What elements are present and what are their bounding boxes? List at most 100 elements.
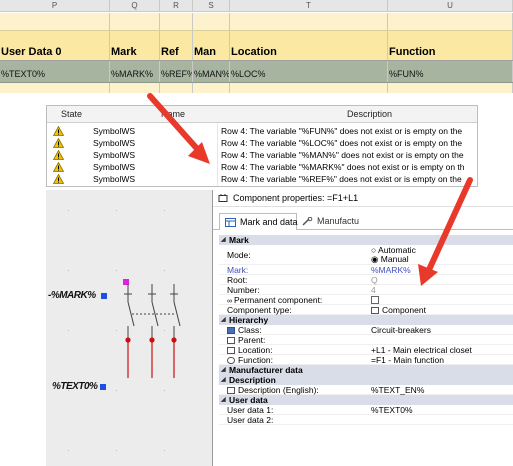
- number-value[interactable]: 4: [371, 285, 376, 295]
- row-parent: Parent:: [219, 335, 513, 345]
- description-value[interactable]: %TEXT_EN%: [371, 385, 424, 395]
- column-header-p[interactable]: P: [0, 0, 110, 11]
- sheet-cell[interactable]: [388, 13, 513, 30]
- section-user-data[interactable]: User data: [219, 395, 513, 405]
- sheet-cell[interactable]: [110, 83, 160, 93]
- mark-value[interactable]: %MARK%: [371, 265, 411, 275]
- sheet-cell[interactable]: [388, 83, 513, 93]
- parent-icon: [227, 337, 235, 344]
- description-label: Description (English):: [227, 385, 319, 395]
- header-location[interactable]: Location: [230, 31, 388, 60]
- text0-handle[interactable]: [100, 384, 106, 390]
- sheet-cell[interactable]: [193, 83, 230, 93]
- grid-dot: [164, 210, 165, 211]
- sheet-cell[interactable]: [0, 83, 110, 93]
- tab-label: Mark and data: [240, 217, 298, 227]
- user-data-2-label: User data 2:: [227, 415, 274, 425]
- value-fun[interactable]: %FUN%: [388, 61, 513, 82]
- value-loc[interactable]: %LOC%: [230, 61, 388, 82]
- root-value[interactable]: Q: [371, 275, 378, 285]
- component-properties-dialog: Component properties: =F1+L1 Mark and da…: [212, 190, 513, 466]
- grid-dot: [116, 450, 117, 451]
- tab-label: Manufactu: [317, 216, 360, 226]
- row-mark: Mark: %MARK%: [219, 265, 513, 275]
- column-header-u[interactable]: U: [388, 0, 513, 11]
- column-header-q[interactable]: Q: [110, 0, 160, 11]
- circuit-breaker-symbol[interactable]: [106, 282, 201, 382]
- message-row[interactable]: SymbolWS Row 4: The variable "%MAN%" doe…: [47, 149, 477, 161]
- column-name[interactable]: Name: [161, 106, 185, 123]
- mode-label: Mode:: [227, 250, 251, 260]
- sheet-cell[interactable]: [110, 13, 160, 30]
- header-ref[interactable]: Ref: [160, 31, 193, 60]
- tab-mark-and-data[interactable]: Mark and data: [219, 213, 298, 230]
- header-user-data-0[interactable]: User Data 0: [0, 31, 110, 60]
- message-description: Row 4: The variable "%MARK%" does not ex…: [221, 162, 465, 172]
- value-text0[interactable]: %TEXT0%: [0, 61, 110, 82]
- value-man[interactable]: %MAN%: [193, 61, 230, 82]
- message-description: Row 4: The variable "%MAN%" does not exi…: [221, 150, 464, 160]
- column-header-s[interactable]: S: [193, 0, 230, 11]
- mode-manual-radio[interactable]: ◉ Manual: [371, 254, 409, 264]
- header-mark[interactable]: Mark: [110, 31, 160, 60]
- mark-text-label[interactable]: -%MARK%: [48, 290, 96, 301]
- sheet-cell[interactable]: [160, 13, 193, 30]
- warning-icon: [53, 174, 64, 184]
- section-hierarchy[interactable]: Hierarchy: [219, 315, 513, 325]
- column-header-r[interactable]: R: [160, 0, 193, 11]
- function-value[interactable]: =F1 - Main function: [371, 355, 444, 365]
- row-user-data-1: User data 1: %TEXT0%: [219, 405, 513, 415]
- user-data-1-value[interactable]: %TEXT0%: [371, 405, 413, 415]
- permanent-checkbox[interactable]: [371, 296, 379, 304]
- function-label-text: Function:: [238, 355, 273, 365]
- warning-icon: [53, 150, 64, 160]
- class-value[interactable]: Circuit-breakers: [371, 325, 431, 335]
- class-icon: [227, 327, 235, 334]
- schematic-canvas[interactable]: -%MARK% %TEXT0%: [46, 190, 212, 466]
- header-man[interactable]: Man: [193, 31, 230, 60]
- message-row[interactable]: SymbolWS Row 4: The variable "%LOC%" doe…: [47, 137, 477, 149]
- tab-manufacturer[interactable]: Manufactu: [297, 213, 373, 230]
- message-description: Row 4: The variable "%FUN%" does not exi…: [221, 126, 463, 136]
- sheet-cell[interactable]: [160, 83, 193, 93]
- location-label-text: Location:: [238, 345, 273, 355]
- warning-icon: [53, 138, 64, 148]
- location-label: Location:: [227, 345, 273, 355]
- message-row[interactable]: SymbolWS Row 4: The variable "%REF%" doe…: [47, 173, 477, 185]
- text0-label[interactable]: %TEXT0%: [52, 381, 98, 392]
- text-icon: [227, 387, 235, 394]
- dialog-title: Component properties: =F1+L1: [233, 193, 359, 203]
- row-user-data-2: User data 2:: [219, 415, 513, 425]
- sheet-tail-row: [0, 83, 513, 93]
- location-value[interactable]: +L1 - Main electrical closet: [371, 345, 472, 355]
- sheet-cell[interactable]: [0, 13, 110, 30]
- location-icon: [227, 347, 235, 354]
- column-state[interactable]: State: [61, 106, 82, 123]
- number-label: Number:: [227, 285, 260, 295]
- message-name: SymbolWS: [93, 138, 136, 148]
- message-list-header: State Name Description: [47, 106, 477, 123]
- value-mark[interactable]: %MARK%: [110, 61, 160, 82]
- section-manufacturer-data[interactable]: Manufacturer data: [219, 365, 513, 375]
- sheet-cell[interactable]: [230, 83, 388, 93]
- message-row[interactable]: SymbolWS Row 4: The variable "%FUN%" doe…: [47, 125, 477, 137]
- value-ref[interactable]: %REF%: [160, 61, 193, 82]
- class-label: Class:: [227, 325, 262, 335]
- row-root: Root: Q: [219, 275, 513, 285]
- row-number: Number: 4: [219, 285, 513, 295]
- sheet-cell[interactable]: [193, 13, 230, 30]
- sheet-cell[interactable]: [230, 13, 388, 30]
- column-description[interactable]: Description: [347, 106, 392, 123]
- section-mark[interactable]: Mark: [219, 235, 513, 245]
- grid-dot: [116, 390, 117, 391]
- dialog-tabs: Mark and data Manufactu: [213, 210, 513, 230]
- message-row[interactable]: SymbolWS Row 4: The variable "%MARK%" do…: [47, 161, 477, 173]
- column-header-t[interactable]: T: [230, 0, 388, 11]
- header-function[interactable]: Function: [388, 31, 513, 60]
- section-description[interactable]: Description: [219, 375, 513, 385]
- type-value[interactable]: Component: [371, 305, 426, 315]
- grid-dot: [68, 330, 69, 331]
- dialog-title-bar: Component properties: =F1+L1: [213, 190, 513, 207]
- message-name: SymbolWS: [93, 150, 136, 160]
- grid-dot: [68, 270, 69, 271]
